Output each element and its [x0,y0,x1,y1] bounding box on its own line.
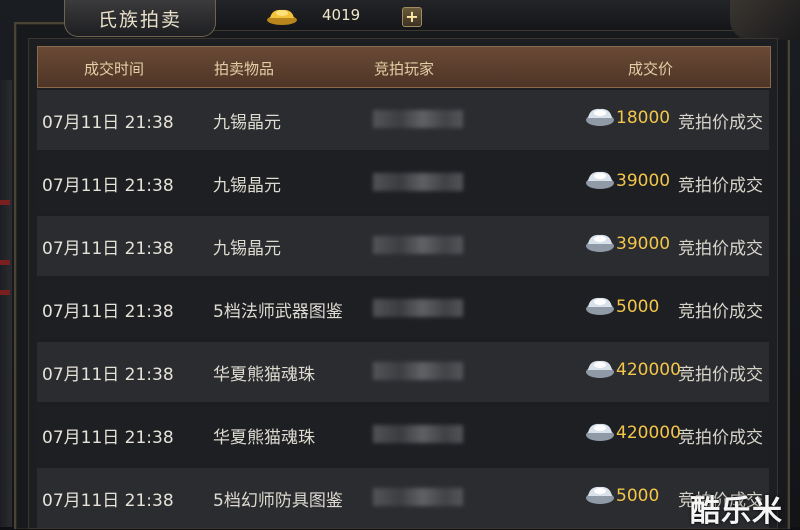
auction-record-table: 成交时间 拍卖物品 竞拍玩家 成交价 07月11日 21:38 九锡晶元 18000… [28,38,778,529]
auction-item: 5档法师武器图鉴 [213,302,343,322]
deal-time: 07月11日 21:38 [42,428,174,448]
silver-ingot-icon [586,423,614,441]
deal-price: 5000 [616,486,660,506]
window-title-text: 氏族拍卖 [97,8,182,31]
table-row: 07月11日 21:38 九锡晶元 18000 竞拍价成交 [37,90,769,150]
bidder-name-blurred [373,110,463,128]
auction-item: 5档幻师防具图鉴 [213,491,343,511]
deal-time: 07月11日 21:38 [42,491,174,511]
deal-time: 07月11日 21:38 [42,113,174,133]
strip-marker [0,260,10,265]
deal-time: 07月11日 21:38 [42,302,174,322]
auction-window: 氏族拍卖 4019 + 成交时间 拍卖物品 竞拍玩家 成交价 07月11日 21… [0,0,800,529]
strip-marker [0,290,10,295]
silver-ingot-icon [586,360,614,378]
column-header-price: 成交价 [628,60,674,78]
auction-item: 九锡晶元 [213,239,281,259]
strip-marker [0,200,10,205]
deal-price: 39000 [616,171,671,191]
column-header-time: 成交时间 [84,60,145,78]
auction-item: 九锡晶元 [213,176,281,196]
auction-item: 华夏熊猫魂珠 [213,428,315,448]
silver-ingot-icon [586,171,614,189]
silver-ingot-icon [586,486,614,504]
deal-price: 18000 [616,108,671,128]
deal-price: 420000 [616,423,681,443]
table-row: 07月11日 21:38 5档幻师防具图鉴 5000 竞拍价成交 [37,468,769,528]
deal-time: 07月11日 21:38 [42,176,174,196]
auction-item: 华夏熊猫魂珠 [213,365,315,385]
bidder-name-blurred [373,425,463,443]
deal-price: 39000 [616,234,671,254]
table-row: 07月11日 21:38 九锡晶元 39000 竞拍价成交 [37,153,769,213]
silver-ingot-icon [586,297,614,315]
silver-ingot-icon [586,234,614,252]
bidder-name-blurred [373,236,463,254]
gold-amount: 4019 [322,6,361,24]
watermark: 酷乐米 [690,494,783,529]
left-side-strip [0,80,12,527]
table-row: 07月11日 21:38 华夏熊猫魂珠 420000 竞拍价成交 [37,405,769,465]
deal-result: 竞拍价成交 [678,113,763,133]
add-gold-button[interactable]: + [402,7,422,27]
bidder-name-blurred [373,299,463,317]
deal-result: 竞拍价成交 [678,428,763,448]
deal-result: 竞拍价成交 [678,365,763,385]
bidder-name-blurred [373,362,463,380]
column-header-player: 竞拍玩家 [374,60,435,78]
silver-ingot-icon [586,108,614,126]
deal-result: 竞拍价成交 [678,176,763,196]
deal-price: 420000 [616,360,681,380]
table-row: 07月11日 21:38 5档法师武器图鉴 5000 竞拍价成交 [37,279,769,339]
deal-time: 07月11日 21:38 [42,365,174,385]
deal-time: 07月11日 21:38 [42,239,174,259]
bidder-name-blurred [373,488,463,506]
window-title: 氏族拍卖 [64,0,216,37]
table-header: 成交时间 拍卖物品 竞拍玩家 成交价 [37,46,771,88]
table-row: 07月11日 21:38 九锡晶元 39000 竞拍价成交 [37,216,769,276]
deal-result: 竞拍价成交 [678,302,763,322]
table-row: 07月11日 21:38 华夏熊猫魂珠 420000 竞拍价成交 [37,342,769,402]
corner-ornament [730,0,800,40]
deal-price: 5000 [616,297,660,317]
auction-item: 九锡晶元 [213,113,281,133]
column-header-item: 拍卖物品 [214,60,275,78]
bidder-name-blurred [373,173,463,191]
gold-ingot-icon [267,9,297,25]
deal-result: 竞拍价成交 [678,239,763,259]
